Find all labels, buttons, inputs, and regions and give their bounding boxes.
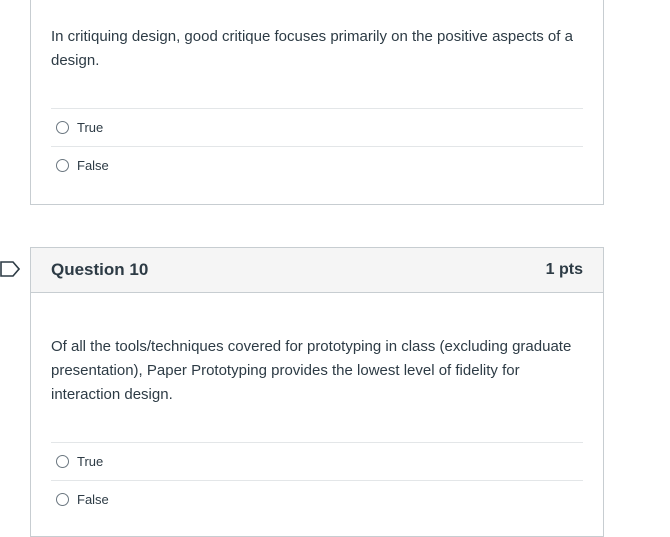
answer-option-false[interactable]: False [51, 480, 583, 518]
answer-option-true[interactable]: True [51, 108, 583, 146]
radio-unselected-icon[interactable] [56, 493, 69, 506]
question-card-10: Question 10 1 pts Of all the tools/techn… [30, 247, 604, 537]
answer-list: True False [51, 442, 583, 518]
radio-unselected-icon[interactable] [56, 455, 69, 468]
question-title: Question 10 [51, 260, 149, 279]
question-text: In critiquing design, good critique focu… [51, 28, 573, 69]
bookmark-flag-icon [0, 261, 21, 277]
question-header: Question 10 1 pts [31, 248, 603, 293]
answer-option-true[interactable]: True [51, 442, 583, 480]
answer-list: True False [51, 108, 583, 184]
question-card-9: In critiquing design, good critique focu… [30, 0, 604, 205]
answer-option-false[interactable]: False [51, 146, 583, 184]
answer-label: False [77, 492, 109, 507]
answer-label: True [77, 454, 104, 469]
answer-label: True [77, 120, 104, 135]
answer-label: False [77, 158, 109, 173]
radio-unselected-icon[interactable] [56, 121, 69, 134]
question-points: 1 pts [545, 261, 583, 278]
flag-question-icon[interactable] [0, 261, 21, 277]
radio-unselected-icon[interactable] [56, 159, 69, 172]
question-text: Of all the tools/techniques covered for … [51, 338, 572, 403]
